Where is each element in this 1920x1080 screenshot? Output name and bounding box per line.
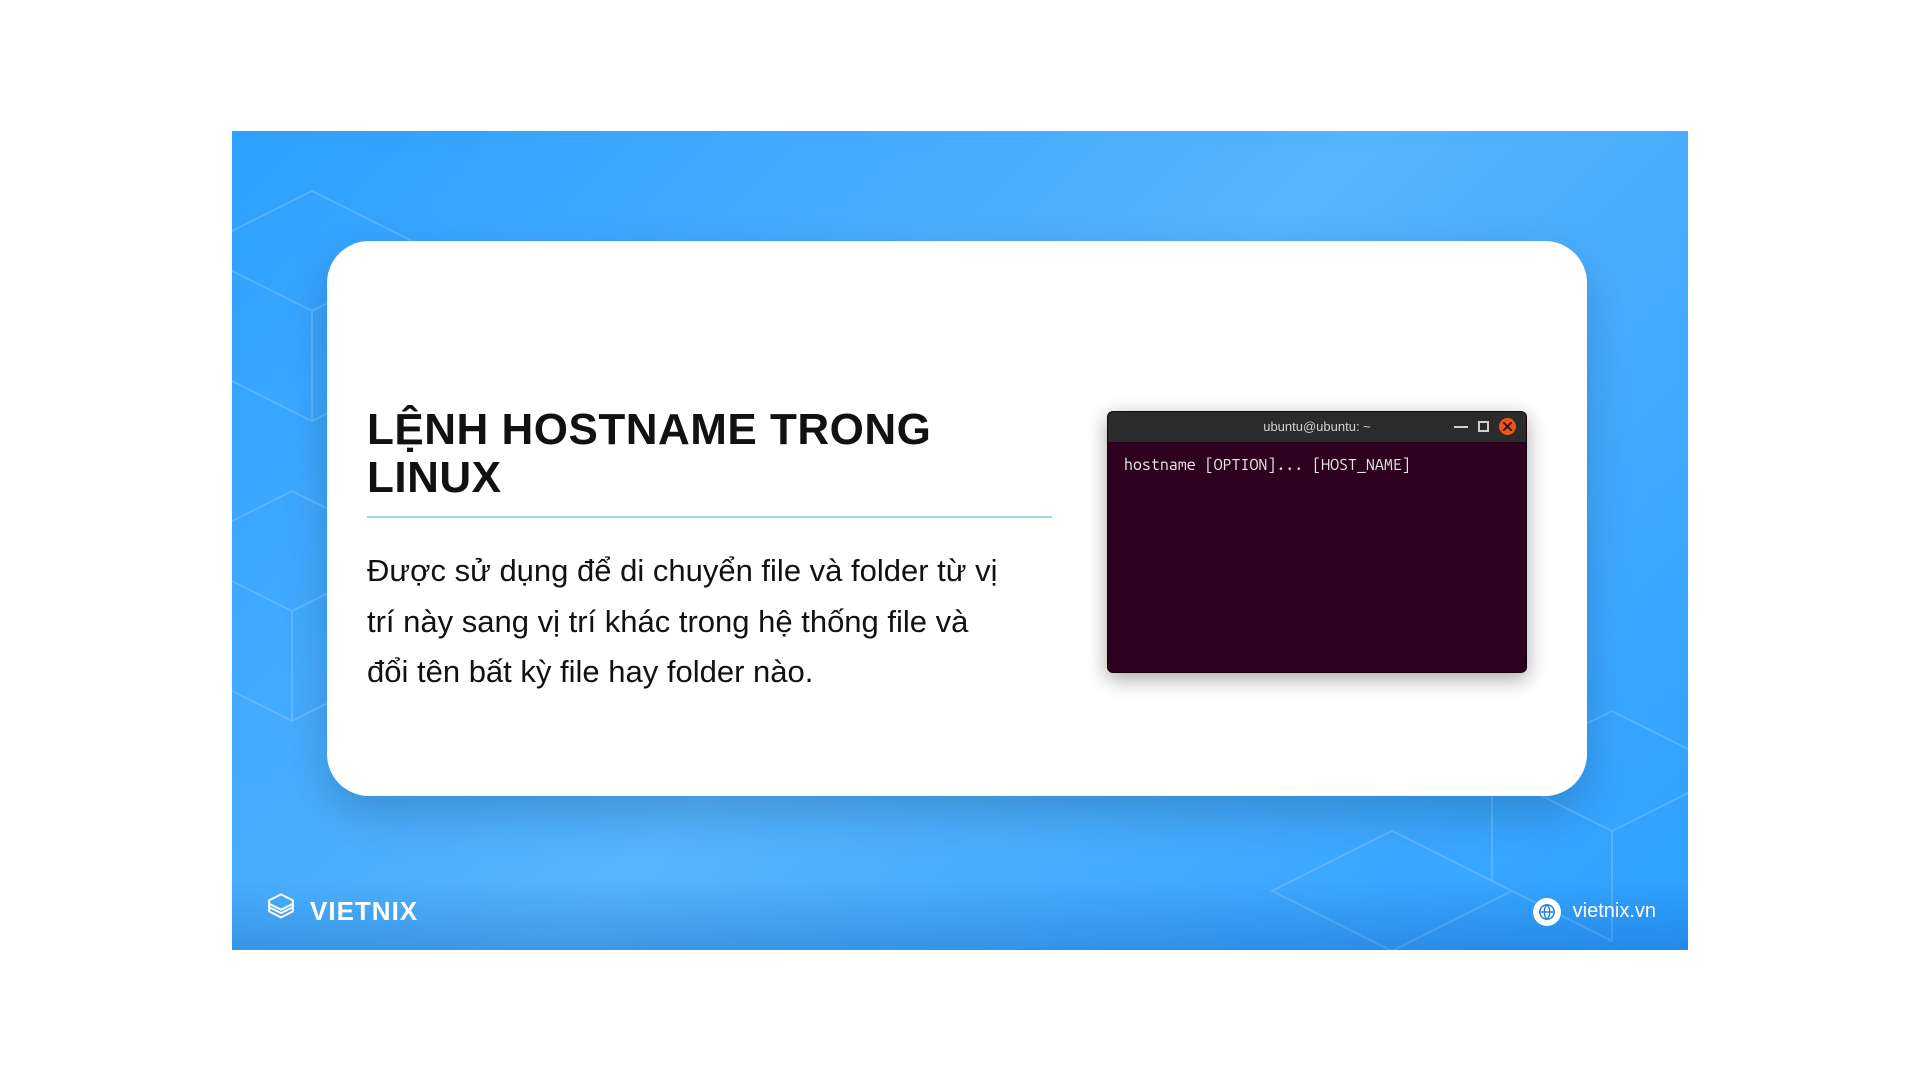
- terminal-titlebar: ubuntu@ubuntu: ~: [1108, 412, 1526, 442]
- site-link[interactable]: vietnix.vn: [1533, 898, 1656, 926]
- terminal-column: ubuntu@ubuntu: ~ hostname [OPTION]... [H…: [1107, 311, 1527, 736]
- site-url: vietnix.vn: [1573, 900, 1656, 923]
- brand-logo-icon: [264, 891, 298, 932]
- window-controls: [1454, 418, 1516, 435]
- brand-name: VIETNIX: [310, 896, 418, 927]
- terminal-window: ubuntu@ubuntu: ~ hostname [OPTION]... [H…: [1107, 411, 1527, 673]
- globe-icon: [1533, 898, 1561, 926]
- slide-stage: LỆNH HOSTNAME TRONG LINUX Được sử dụng đ…: [232, 131, 1688, 950]
- terminal-command: hostname [OPTION]... [HOST_NAME]: [1124, 456, 1411, 474]
- page-title: LỆNH HOSTNAME TRONG LINUX: [367, 406, 1052, 519]
- content-card: LỆNH HOSTNAME TRONG LINUX Được sử dụng đ…: [327, 241, 1587, 796]
- close-icon[interactable]: [1499, 418, 1516, 435]
- maximize-icon[interactable]: [1478, 421, 1489, 432]
- footer: VIETNIX vietnix.vn: [232, 880, 1688, 950]
- brand: VIETNIX: [264, 891, 418, 932]
- minimize-icon[interactable]: [1454, 426, 1468, 428]
- text-column: LỆNH HOSTNAME TRONG LINUX Được sử dụng đ…: [367, 311, 1052, 736]
- terminal-body: hostname [OPTION]... [HOST_NAME]: [1108, 442, 1526, 488]
- body-text: Được sử dụng để di chuyển file và folder…: [367, 546, 1007, 697]
